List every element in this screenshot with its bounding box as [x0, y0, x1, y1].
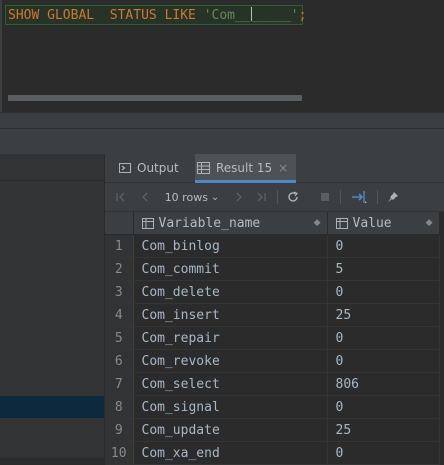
row-number: 1: [105, 234, 134, 258]
table-row[interactable]: 6 Com_revoke 0: [105, 349, 440, 373]
cell-variable-name[interactable]: Com_xa_end: [133, 441, 328, 465]
tab-output-label: Output: [137, 161, 179, 175]
row-number: 2: [105, 257, 134, 281]
page-size-select[interactable]: 10 rows ⌄: [163, 183, 221, 211]
sql-string-part: _____': [251, 8, 299, 23]
first-page-icon[interactable]: [111, 183, 131, 211]
cell-value[interactable]: 25: [327, 303, 440, 327]
sql-keyword: GLOBAL: [47, 8, 95, 23]
cell-value[interactable]: 806: [327, 372, 440, 396]
row-number: 5: [105, 326, 134, 350]
row-number: 8: [105, 395, 134, 419]
table-icon: [197, 162, 210, 174]
cell-value[interactable]: 0: [327, 326, 440, 350]
console-icon: [119, 163, 131, 173]
cell-value[interactable]: 0: [327, 234, 440, 258]
tool-window-header: [0, 128, 444, 155]
sql-string-part: 'Com__: [203, 8, 251, 23]
next-page-icon[interactable]: [229, 183, 249, 211]
row-number: 3: [105, 280, 134, 304]
table-row[interactable]: 7 Com_select 806: [105, 372, 440, 396]
cell-variable-name[interactable]: Com_select: [133, 372, 328, 396]
table-row[interactable]: 1 Com_binlog 0: [105, 234, 440, 258]
results-tab-bar: Output Result 15 ×: [105, 154, 444, 183]
sql-editor[interactable]: SHOW GLOBAL STATUS LIKE 'Com_______';: [0, 0, 444, 112]
sql-keyword: SHOW: [8, 8, 40, 23]
toolbar-separator: [277, 190, 278, 204]
cell-value[interactable]: 5: [327, 257, 440, 281]
row-number: 6: [105, 349, 134, 373]
toolbar-separator: [340, 190, 341, 204]
cell-value[interactable]: 0: [327, 441, 440, 465]
sql-statement[interactable]: SHOW GLOBAL STATUS LIKE 'Com_______';: [8, 7, 306, 24]
cell-variable-name[interactable]: Com_revoke: [133, 349, 328, 373]
cell-variable-name[interactable]: Com_delete: [133, 280, 328, 304]
cell-variable-name[interactable]: Com_signal: [133, 395, 328, 419]
column-icon: [335, 217, 348, 229]
prev-page-icon[interactable]: [135, 183, 155, 211]
tab-result-label: Result 15: [216, 161, 273, 175]
cell-variable-name[interactable]: Com_binlog: [133, 234, 328, 258]
sort-icon[interactable]: ◆: [314, 218, 321, 228]
stop-icon[interactable]: [315, 183, 335, 211]
row-number: 10: [105, 441, 134, 465]
sort-icon[interactable]: ◆: [426, 218, 433, 228]
cell-value[interactable]: 0: [327, 349, 440, 373]
table-row[interactable]: 8 Com_signal 0: [105, 395, 440, 419]
column-icon: [141, 217, 154, 229]
toolbar-separator: [377, 190, 378, 204]
last-page-icon[interactable]: [251, 183, 271, 211]
horizontal-scrollbar[interactable]: [8, 95, 302, 101]
refresh-icon[interactable]: [283, 183, 303, 211]
chevron-down-icon: ⌄: [210, 191, 220, 203]
page-size-label: 10 rows: [164, 190, 208, 204]
column-header-variable-name[interactable]: Variable_name ◆: [133, 212, 328, 235]
sql-terminator: ;: [298, 8, 307, 23]
tab-output[interactable]: Output: [119, 154, 179, 182]
tab-result-15[interactable]: Result 15 ×: [195, 154, 297, 183]
cell-variable-name[interactable]: Com_update: [133, 418, 328, 442]
table-row[interactable]: 4 Com_insert 25: [105, 303, 440, 327]
cell-value[interactable]: 0: [327, 395, 440, 419]
sql-keyword: STATUS: [109, 8, 157, 23]
services-tree-panel: [0, 154, 105, 458]
transpose-icon[interactable]: [347, 183, 371, 211]
row-number: 7: [105, 372, 134, 396]
editor-status-strip: [0, 112, 444, 129]
table-row[interactable]: 10 Com_xa_end 0: [105, 441, 440, 465]
result-toolbar: 10 rows ⌄: [105, 183, 444, 212]
row-number-header: [105, 212, 134, 235]
column-header-label: Value: [352, 215, 392, 231]
table-row[interactable]: 5 Com_repair 0: [105, 326, 440, 350]
table-row[interactable]: 2 Com_commit 5: [105, 257, 440, 281]
panel-divider: [0, 180, 104, 181]
row-number: 4: [105, 303, 134, 327]
cell-variable-name[interactable]: Com_repair: [133, 326, 328, 350]
cell-variable-name[interactable]: Com_commit: [133, 257, 328, 281]
result-grid[interactable]: Variable_name ◆ Value ◆ 1 Com_binlog 0 2…: [105, 212, 444, 465]
column-header-label: Variable_name: [158, 215, 261, 231]
cell-value[interactable]: 25: [327, 418, 440, 442]
close-icon[interactable]: ×: [278, 161, 288, 175]
cell-variable-name[interactable]: Com_insert: [133, 303, 328, 327]
column-header-value[interactable]: Value ◆: [327, 212, 440, 235]
table-row[interactable]: 9 Com_update 25: [105, 418, 440, 442]
sql-keyword: LIKE: [164, 8, 196, 23]
selected-tree-row[interactable]: [0, 396, 104, 418]
editor-gutter: [0, 0, 2, 112]
pin-icon[interactable]: [383, 183, 403, 211]
row-number: 9: [105, 418, 134, 442]
table-row[interactable]: 3 Com_delete 0: [105, 280, 440, 304]
cell-value[interactable]: 0: [327, 280, 440, 304]
